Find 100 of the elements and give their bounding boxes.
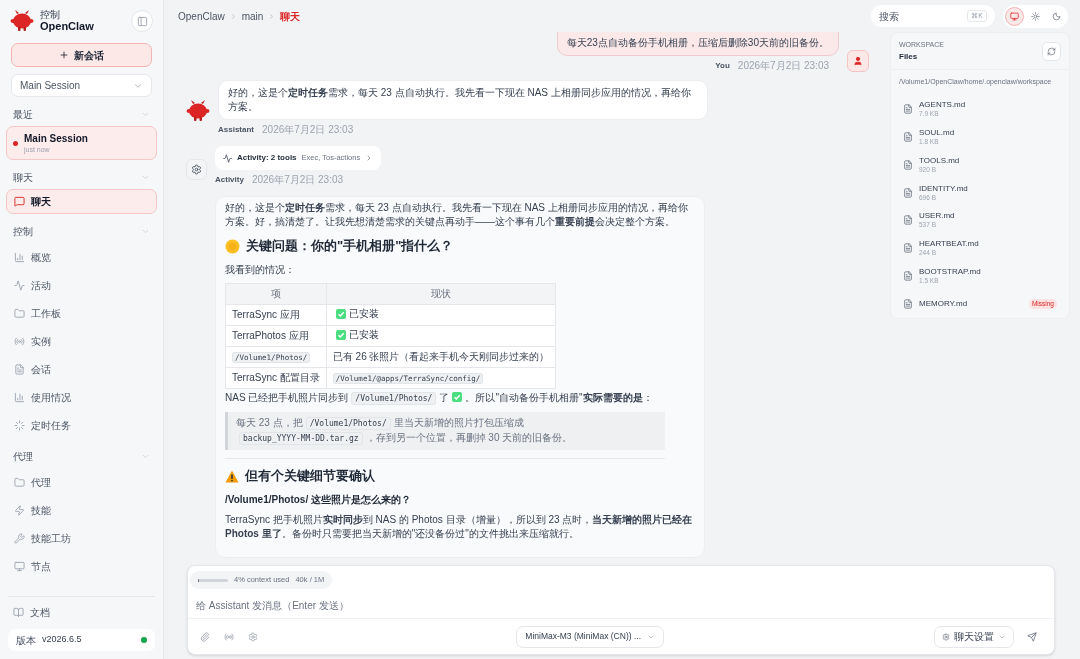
paragraph-text: 每天 23 点，把 [236,417,303,428]
table-cell: 已安装 [326,325,556,347]
column-header: 项 [225,283,327,305]
paragraph-text: ，存到另一个位置，再删掉 30 天前的旧备份。 [365,432,573,443]
bar-chart-icon [14,391,25,403]
file-icon [903,187,913,198]
document-icon [14,363,25,375]
book-icon [13,606,24,618]
heading: 但有个关键细节要确认 [245,468,375,484]
nav-item[interactable]: 实例 [6,327,157,355]
nav-item[interactable]: 概览 [6,243,157,271]
model-select[interactable]: MiniMax-M3 (MiniMax (CN)) ... [516,625,664,648]
settings-icon[interactable] [248,631,258,642]
section-title: 聊天 [13,171,33,185]
check-icon [452,392,463,402]
chevron-icon[interactable] [141,173,150,182]
file-icon [903,243,913,254]
assistant-message: 好的，这是个定时任务需求，每天 23 点自动执行。我先看一下现在 NAS 上相册同步应用的情况，再给你方案。 [218,80,708,120]
folder-icon [14,476,25,488]
paragraph-text: 。所以"自动备份手机相册"实际需要的是： [465,392,653,403]
broadcast-icon [14,335,25,347]
chat-bubble-icon [14,196,25,207]
paragraph-text: 我看到的情况： [225,264,295,275]
file-icon [903,299,913,310]
chat-settings-button[interactable]: 聊天设置 [934,625,1014,648]
docs-link[interactable]: 文档 [6,597,157,627]
refresh-button[interactable] [1042,41,1061,61]
nav-item[interactable]: 工作板 [6,299,157,327]
nav-item[interactable]: 活动 [6,271,157,299]
monitor-theme-button[interactable] [1005,6,1024,26]
folder-icon [14,307,25,319]
inline-code: backup_YYYY-MM-DD.tar.gz [239,432,363,445]
file-icon [903,215,913,226]
person-icon [853,56,863,66]
nav-item[interactable]: 技能工坊 [6,524,157,552]
bar-chart-icon [14,251,25,263]
chevron-icon[interactable] [141,452,150,461]
emoji-icon [225,238,240,254]
nav-item[interactable]: 节点 [6,552,157,580]
sidebar-panel-icon [136,15,148,27]
chevron-icon [268,12,276,20]
broadcast-icon[interactable] [224,631,234,642]
session-select[interactable]: Main Session [11,74,152,97]
section-title: 最近 [13,108,33,122]
paragraph-text: TerraSync 把手机照片实时同步到 NAS 的 Photos 目录（增量），所以到 23 点时，当天新增的照片已经在 Photos 里了。备份时只需要把当天新增的"还没备份过"的文件挑出来压缩就行。 [225,514,693,539]
nav-item[interactable]: 定时任务 [6,411,157,439]
nav-item[interactable]: 代理 [6,468,157,496]
file-icon [903,103,913,114]
table-cell: 已安装 [326,304,556,326]
chevron-icon[interactable] [141,227,150,236]
monitor-icon [1010,11,1019,21]
paragraph-text: NAS 已经把手机照片同步到 [225,392,349,403]
logo-icon [10,10,34,32]
send-icon [1027,631,1037,642]
monitor-icon [14,560,25,572]
wrench-icon [14,532,25,544]
file-icon [903,131,913,142]
breadcrumb-link[interactable]: OpenClaw [178,8,225,24]
check-icon [335,309,346,319]
plus-icon [59,50,69,60]
user-message: 每天23点自动备份手机相册，压缩后删除30天前的旧备份。 [556,32,839,56]
table-cell: TerraSync 应用 [225,304,327,326]
paragraph-text: 好的，这是个定时任务需求，每天 23 点自动执行。我先看一下现在 NAS 上相册同步应用的情况，再给你方案。好，搞清楚了。让我先想清楚需求的关键点再动手——这个事有几个重要前提会决定整个方案。 [225,202,688,227]
nav-item[interactable]: 使用情况 [6,383,157,411]
inline-code: /Volume1/Photos/ [351,392,437,405]
version-label: 版本 [16,633,36,648]
gear-icon [191,164,202,175]
file-icon [903,159,913,170]
chevron-icon [229,12,237,20]
nav-item[interactable]: 技能 [6,496,157,524]
sun-icon [1031,11,1040,21]
section-title: 控制 [13,225,33,239]
sender-name: You [715,60,730,72]
refresh-icon [1047,46,1056,56]
section-title: 代理 [13,450,33,464]
paragraph-text: 里当天新增的照片打包压缩成 [393,417,524,428]
attach-icon[interactable] [200,631,210,642]
brand-caption: 控制 [40,9,61,20]
warning-icon [225,469,239,483]
message-time: 2026年7月2日 23:03 [251,174,344,186]
paragraph-text: 了 [439,392,450,403]
nav-item[interactable]: 会话 [6,355,157,383]
chevron-icon[interactable] [141,110,150,119]
breadcrumb-link[interactable]: main [241,8,264,24]
file-icon [903,271,913,282]
version-number: v2026.6.5 [42,633,82,647]
new-chat-button[interactable]: 新会话 [11,43,152,67]
heading: 关键问题：你的"手机相册"指什么？ [246,238,454,254]
table-cell: TerraPhotos 应用 [225,325,327,347]
breadcrumb-link[interactable]: 聊天 [280,8,301,24]
lightning-icon [14,504,25,516]
subheading: /Volume1/Photos/ 这些照片是怎么来的？ [225,493,412,507]
logo-icon [186,100,210,122]
brand-name: OpenClaw [40,20,94,33]
spinner-icon [14,419,25,431]
pulse-icon [223,153,232,163]
message-time: 2026年7月2日 23:03 [737,60,829,72]
message-input[interactable]: 给 Assistant 发消息（Enter 发送） [196,595,1046,615]
collapse-sidebar-button[interactable] [131,10,153,32]
nav-item[interactable]: 聊天 [6,189,157,214]
